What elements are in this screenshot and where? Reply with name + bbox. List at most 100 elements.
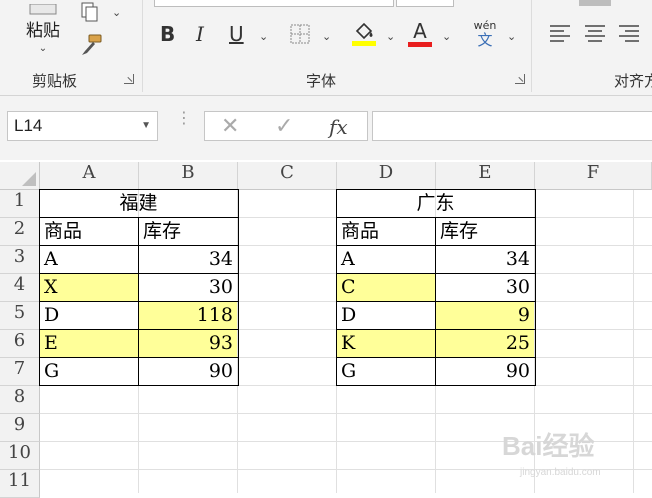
table-gridline bbox=[39, 301, 239, 302]
name-box-dropdown-icon[interactable]: ▼ bbox=[141, 112, 151, 140]
align-left-icon bbox=[550, 25, 570, 42]
row-header-5[interactable]: 5 bbox=[0, 302, 40, 330]
column-header-b[interactable]: B bbox=[139, 162, 238, 190]
cell-b3[interactable]: 34 bbox=[139, 246, 238, 274]
insert-function-button[interactable]: fx bbox=[329, 115, 348, 139]
cell-b4[interactable]: 30 bbox=[139, 274, 238, 302]
formula-input[interactable] bbox=[372, 111, 652, 141]
row-header-1[interactable]: 1 bbox=[0, 190, 40, 218]
table-gridline bbox=[138, 217, 139, 385]
cell-e4[interactable]: 30 bbox=[436, 274, 535, 302]
table-gridline bbox=[39, 245, 239, 246]
table-gridline bbox=[336, 329, 536, 330]
orientation-button[interactable] bbox=[579, 0, 611, 6]
underline-dropdown-icon[interactable]: ⌄ bbox=[259, 30, 268, 43]
column-header-d[interactable]: D bbox=[337, 162, 436, 190]
row-header-8[interactable]: 8 bbox=[0, 386, 40, 414]
table-gridline bbox=[336, 217, 536, 218]
row-header-10[interactable]: 10 bbox=[0, 442, 40, 470]
cell-a3[interactable]: A bbox=[40, 246, 139, 274]
group-separator bbox=[531, 0, 532, 92]
formula-actions: ✕ ✓ fx bbox=[204, 111, 368, 141]
cell-a7[interactable]: G bbox=[40, 358, 139, 386]
cell-e7[interactable]: 90 bbox=[436, 358, 535, 386]
font-group-label: 字体 bbox=[306, 72, 337, 90]
underline-button[interactable]: U bbox=[229, 22, 244, 46]
borders-button[interactable] bbox=[288, 22, 312, 46]
cell-b7[interactable]: 90 bbox=[139, 358, 238, 386]
copy-button[interactable] bbox=[78, 0, 102, 24]
cell-d6[interactable]: K bbox=[337, 330, 436, 358]
row-header-3[interactable]: 3 bbox=[0, 246, 40, 274]
row-header-6[interactable]: 6 bbox=[0, 330, 40, 358]
cell-e6[interactable]: 25 bbox=[436, 330, 535, 358]
cell-d7[interactable]: G bbox=[337, 358, 436, 386]
clipboard-group-label: 剪贴板 bbox=[32, 72, 78, 90]
align-center-button[interactable] bbox=[583, 22, 607, 44]
cell-e5[interactable]: 9 bbox=[436, 302, 535, 330]
cell-e3[interactable]: 34 bbox=[436, 246, 535, 274]
phonetic-bottom-text: 文 bbox=[477, 31, 493, 49]
align-center-icon bbox=[585, 25, 605, 42]
font-color-button[interactable]: A bbox=[406, 20, 434, 48]
cell-b5[interactable]: 118 bbox=[139, 302, 238, 330]
row-header-11[interactable]: 11 bbox=[0, 470, 40, 498]
cell-d2[interactable]: 商品 bbox=[337, 218, 436, 246]
cell-d5[interactable]: D bbox=[337, 302, 436, 330]
column-header-c[interactable]: C bbox=[238, 162, 337, 190]
phonetic-dropdown-icon[interactable]: ⌄ bbox=[507, 30, 516, 43]
format-painter-button[interactable] bbox=[78, 32, 104, 58]
cell-a4[interactable]: X bbox=[40, 274, 139, 302]
paint-bucket-icon bbox=[355, 22, 373, 39]
column-header-a[interactable]: A bbox=[40, 162, 139, 190]
column-header-f[interactable]: F bbox=[535, 162, 652, 190]
paste-button[interactable]: 粘贴 ⌄ bbox=[18, 0, 68, 58]
bold-button[interactable]: B bbox=[160, 22, 175, 46]
select-all-corner[interactable] bbox=[0, 162, 40, 190]
name-box-value: L14 bbox=[14, 116, 43, 135]
cell-a5[interactable]: D bbox=[40, 302, 139, 330]
clipboard-icon bbox=[29, 4, 57, 15]
copy-dropdown-icon[interactable]: ⌄ bbox=[112, 6, 121, 19]
align-left-button[interactable] bbox=[548, 22, 572, 44]
font-dialog-launcher-icon[interactable] bbox=[515, 74, 525, 84]
row-header-7[interactable]: 7 bbox=[0, 358, 40, 386]
table-gridline bbox=[435, 217, 436, 385]
borders-icon bbox=[290, 24, 310, 44]
borders-dropdown-icon[interactable]: ⌄ bbox=[322, 30, 331, 43]
cell-d1-e1[interactable]: 广东 bbox=[337, 190, 535, 218]
fill-color-button[interactable] bbox=[350, 20, 378, 48]
table-gridline bbox=[336, 357, 536, 358]
cell-a1-b1[interactable]: 福建 bbox=[40, 190, 238, 218]
group-separator bbox=[142, 0, 143, 92]
row-header-4[interactable]: 4 bbox=[0, 274, 40, 302]
phonetic-guide-button[interactable]: wén 文 bbox=[470, 18, 500, 50]
cancel-icon[interactable]: ✕ bbox=[221, 114, 239, 139]
alignment-group-label: 对齐方 bbox=[614, 72, 652, 90]
cell-d4[interactable]: C bbox=[337, 274, 436, 302]
font-color-dropdown-icon[interactable]: ⌄ bbox=[442, 30, 451, 43]
cell-a6[interactable]: E bbox=[40, 330, 139, 358]
row-header-2[interactable]: 2 bbox=[0, 218, 40, 246]
cell-b2[interactable]: 库存 bbox=[139, 218, 238, 246]
align-right-button[interactable] bbox=[617, 22, 641, 44]
italic-button[interactable]: I bbox=[196, 22, 204, 46]
cell-e2[interactable]: 库存 bbox=[436, 218, 535, 246]
table-gridline bbox=[39, 273, 239, 274]
table-gridline bbox=[39, 357, 239, 358]
cell-a2[interactable]: 商品 bbox=[40, 218, 139, 246]
format-painter-icon bbox=[82, 34, 102, 55]
fill-color-dropdown-icon[interactable]: ⌄ bbox=[386, 30, 395, 43]
font-color-letter: A bbox=[413, 19, 427, 43]
column-header-e[interactable]: E bbox=[436, 162, 535, 190]
font-size-select[interactable] bbox=[396, 0, 454, 7]
clipboard-dialog-launcher-icon[interactable] bbox=[124, 74, 134, 84]
font-name-select[interactable] bbox=[154, 0, 394, 7]
enter-icon[interactable]: ✓ bbox=[275, 114, 293, 139]
cell-b6[interactable]: 93 bbox=[139, 330, 238, 358]
row-header-9[interactable]: 9 bbox=[0, 414, 40, 442]
table-gridline bbox=[336, 245, 536, 246]
font-color-swatch bbox=[408, 42, 432, 47]
name-box[interactable]: L14 ▼ bbox=[7, 111, 158, 141]
cell-d3[interactable]: A bbox=[337, 246, 436, 274]
